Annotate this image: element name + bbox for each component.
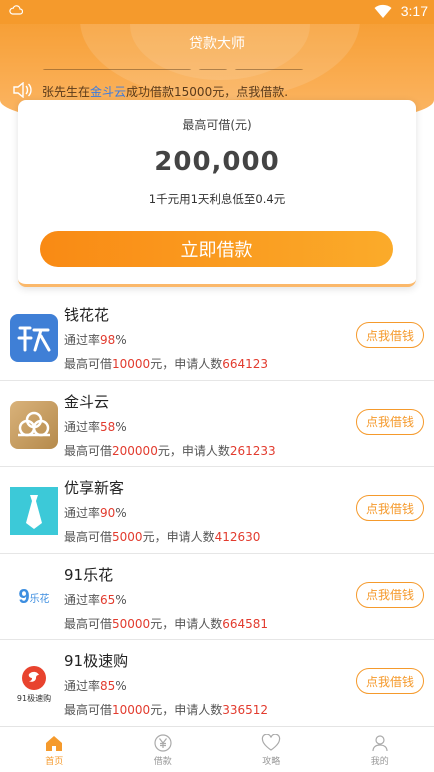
apply-button[interactable]: 点我借钱: [356, 495, 424, 521]
pass-rate: 通过率98%: [64, 333, 127, 347]
tab-label: 首页: [45, 756, 64, 767]
loan-limit: 最高可借5000元，申请人数412630: [64, 530, 261, 544]
borrow-now-button[interactable]: 立即借款: [40, 231, 393, 267]
ticker-prefix: 张先生在: [42, 84, 91, 99]
product-name: 91极速购: [64, 652, 129, 670]
max-loan-label: 最高可借(元): [182, 118, 252, 132]
ticker-previous-line: [42, 60, 342, 70]
ticker-platform-link[interactable]: 金斗云: [90, 83, 126, 100]
tab-home[interactable]: 首页: [0, 727, 109, 772]
loan-limit: 最高可借200000元，申请人数261233: [64, 443, 276, 458]
loan-ticker[interactable]: 张先生在 金斗云 成功借款15000元，点我借款.: [12, 81, 289, 101]
apply-button[interactable]: 点我借钱: [356, 322, 424, 348]
youxiang-logo-icon: [10, 487, 58, 535]
pass-rate: 通过率65%: [64, 592, 127, 607]
product-row[interactable]: 91极速购 91极速购 通过率85% 最高可借10000元，申请人数336512…: [0, 640, 434, 727]
product-row[interactable]: 钱花花 通过率98% 最高可借10000元，申请人数664123 点我借钱: [0, 294, 434, 381]
qianhuahua-logo-icon: [10, 314, 58, 362]
home-icon: [45, 733, 63, 753]
loan-limit: 最高可借10000元，申请人数664123: [64, 357, 269, 371]
status-bar: 3:17: [0, 0, 434, 24]
pass-rate: 通过率85%: [64, 679, 127, 693]
product-name: 金斗云: [64, 392, 110, 411]
product-row[interactable]: 9 乐花 91乐花 通过率65% 最高可借50000元，申请人数664581 点我…: [0, 554, 434, 640]
product-row[interactable]: 金斗云 通过率58% 最高可借200000元，申请人数261233 点我借钱: [0, 381, 434, 467]
pass-rate: 通过率58%: [64, 419, 127, 434]
product-row[interactable]: 优享新客 通过率90% 最高可借5000元，申请人数412630 点我借钱: [0, 467, 434, 554]
91jisugou-logo-icon: 91极速购: [10, 660, 58, 708]
wifi-icon: [374, 3, 392, 23]
tab-guide[interactable]: 攻略: [217, 727, 326, 772]
tab-label: 借款: [153, 756, 172, 767]
product-name: 钱花花: [64, 306, 110, 324]
loan-amount-card: 最高可借(元) 200,000 1千元用1天利息低至0.4元 立即借款: [18, 100, 416, 287]
heart-icon: [261, 733, 281, 753]
max-loan-amount: 200,000: [154, 147, 280, 177]
tab-label: 攻略: [262, 756, 281, 767]
product-name: 91乐花: [64, 565, 114, 584]
yen-icon: [154, 733, 172, 753]
tab-profile[interactable]: 我的: [326, 727, 434, 772]
user-icon: [371, 733, 389, 753]
pass-rate: 通过率90%: [64, 506, 127, 520]
apply-button[interactable]: 点我借钱: [356, 668, 424, 694]
ticker-suffix: 成功借款15000元，点我借款.: [126, 84, 289, 99]
speaker-icon: [12, 81, 34, 101]
product-list: 钱花花 通过率98% 最高可借10000元，申请人数664123 点我借钱 金斗…: [0, 294, 434, 727]
tab-label: 我的: [370, 756, 389, 767]
interest-note: 1千元用1天利息低至0.4元: [148, 192, 286, 206]
91lehua-logo-icon: 9 乐花: [10, 573, 58, 622]
jindouyun-logo-icon: [10, 400, 58, 449]
apply-button[interactable]: 点我借钱: [356, 408, 424, 435]
loan-limit: 最高可借10000元，申请人数336512: [64, 703, 269, 717]
cloud-icon: [9, 4, 24, 19]
tab-loan[interactable]: 借款: [109, 727, 218, 772]
app-title: 贷款大师: [189, 36, 245, 52]
apply-button[interactable]: 点我借钱: [356, 581, 424, 608]
bottom-tab-bar: 首页 借款 攻略 我的: [0, 726, 434, 772]
product-name: 优享新客: [64, 479, 125, 497]
clock-time: 3:17: [400, 3, 428, 19]
loan-limit: 最高可借50000元，申请人数664581: [64, 616, 269, 631]
